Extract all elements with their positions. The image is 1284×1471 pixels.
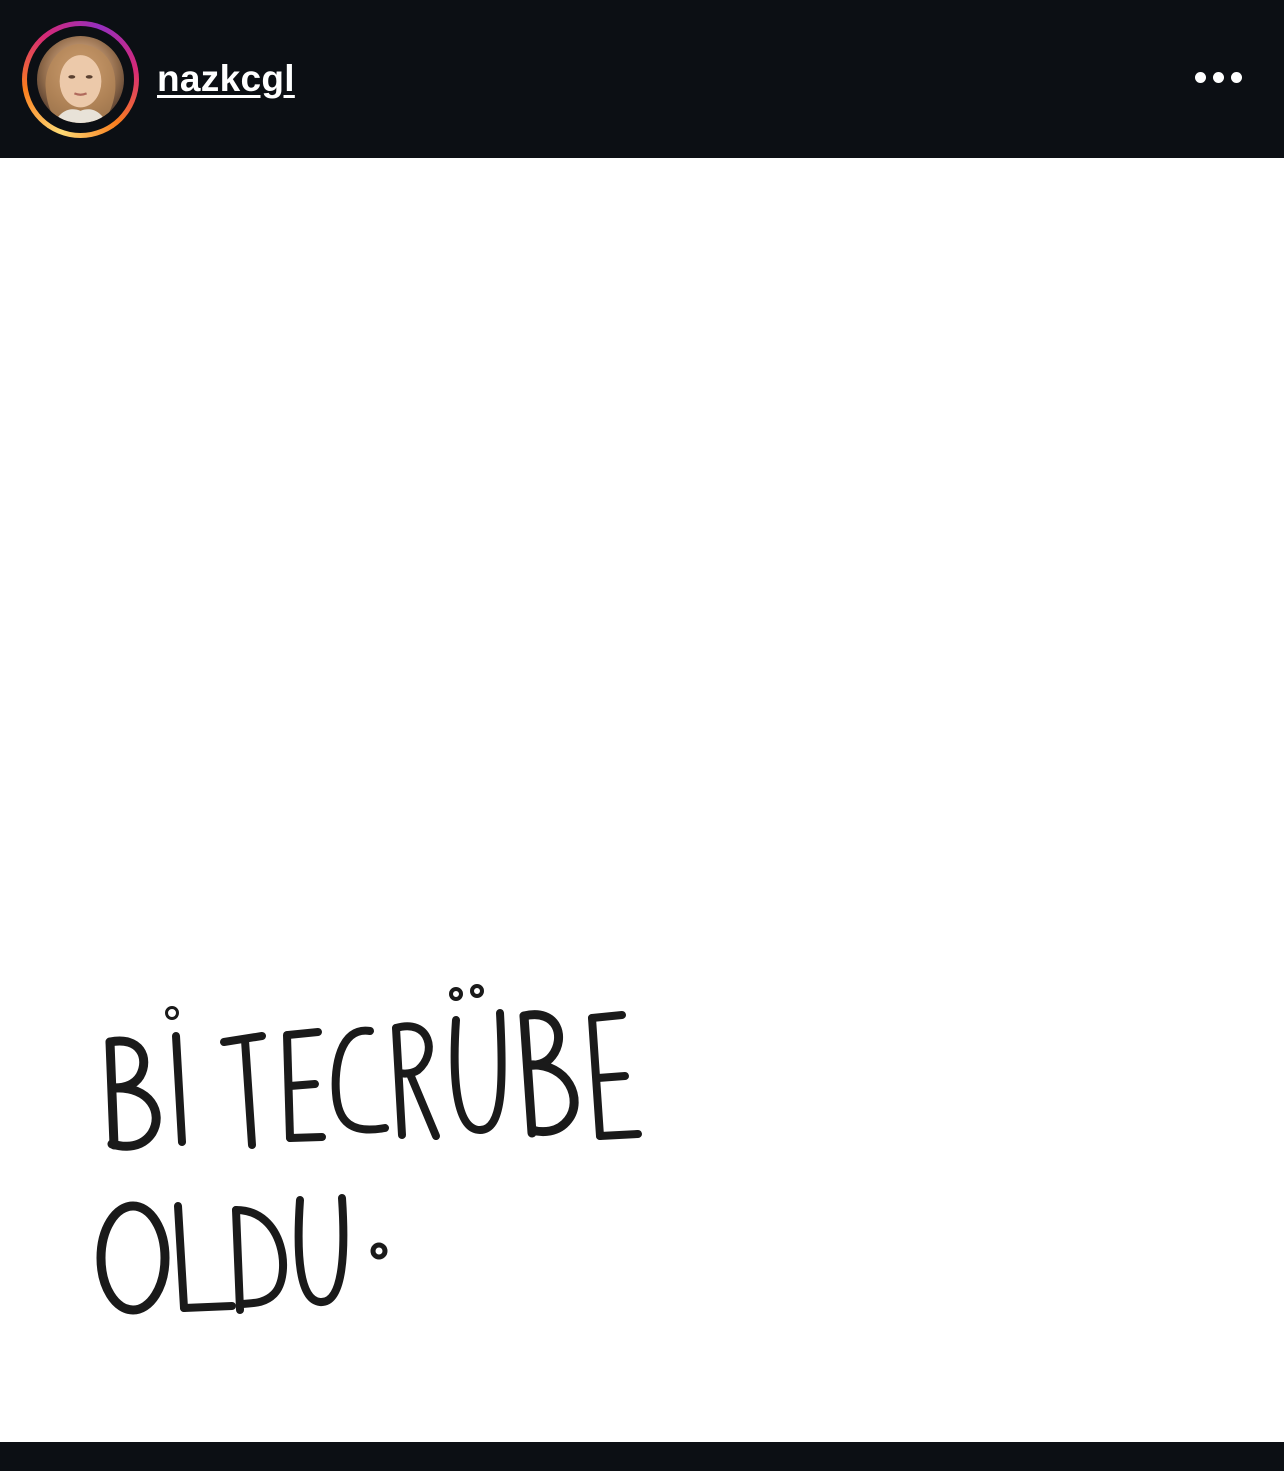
post-header: nazkcgl: [0, 0, 1284, 158]
glyph-R: [392, 1022, 440, 1140]
story-ring-avatar[interactable]: [22, 21, 139, 138]
username-link[interactable]: nazkcgl: [157, 58, 295, 100]
footer-bar: [0, 1442, 1284, 1471]
glyph-E: [283, 1028, 326, 1142]
glyph-L: [174, 1202, 236, 1312]
more-options-icon[interactable]: [1187, 62, 1249, 92]
glyph-C: [331, 1026, 389, 1134]
glyph-U-umlaut: [449, 984, 506, 1134]
more-dot: [1213, 72, 1224, 83]
avatar-gap: [27, 26, 134, 133]
avatar: [37, 36, 124, 123]
more-dot: [1231, 72, 1242, 83]
glyph-O: [96, 1201, 170, 1315]
glyph-B: [105, 1036, 161, 1151]
glyph-period: [370, 1242, 388, 1260]
glyph-E-2: [588, 1011, 642, 1140]
handwritten-text-drawing: [96, 984, 642, 1315]
glyph-B-2: [519, 1010, 579, 1138]
avatar-face-icon: [45, 44, 116, 123]
glyph-D: [232, 1206, 288, 1314]
glyph-T: [220, 1032, 266, 1149]
glyph-U: [294, 1194, 348, 1306]
more-dot: [1195, 72, 1206, 83]
post-image[interactable]: Bİ TECRÜBE OLDU.: [0, 158, 1284, 1442]
glyph-I: [165, 1006, 186, 1146]
